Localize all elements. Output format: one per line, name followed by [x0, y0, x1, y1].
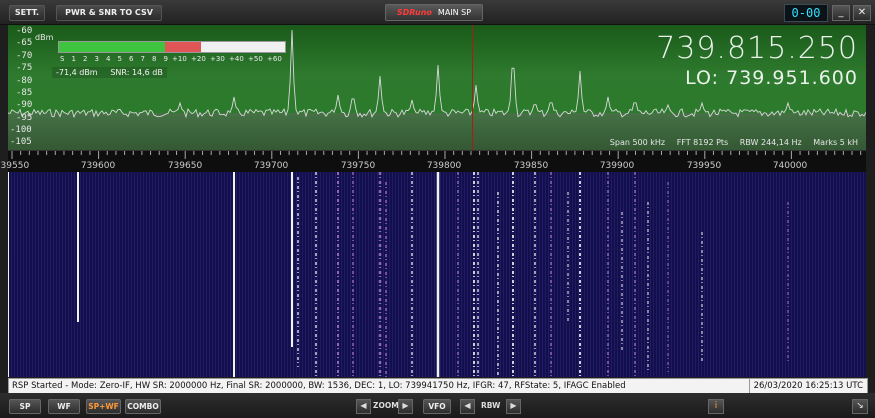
- zoom-label: ZOOM: [373, 401, 399, 410]
- y-axis-labels: -60 -65 -70 -75 -80 -85 -90 -95 -100 -10…: [8, 25, 42, 150]
- y-tick-label: -90: [16, 100, 33, 110]
- rbw-decrease-button[interactable]: ◀: [460, 399, 475, 414]
- axis-label: 739650: [167, 161, 203, 171]
- sp-mode-button[interactable]: SP: [9, 399, 41, 414]
- axis-label: 739800: [426, 161, 462, 171]
- y-tick-label: -70: [16, 51, 33, 61]
- s-meter-scale-label: 4: [106, 55, 111, 63]
- axis-label: 740000: [772, 161, 808, 171]
- center-frequency-marker[interactable]: [472, 25, 473, 150]
- window-title: SDRuno MAIN SP: [385, 4, 483, 21]
- minimize-button[interactable]: _: [832, 5, 850, 21]
- s-meter-scale-label: 7: [140, 55, 145, 63]
- frequency-axis[interactable]: 739550 739600 739650 739700 739750 73980…: [0, 150, 866, 173]
- y-tick-label: -60: [16, 26, 33, 36]
- s-meter-level-fill: [59, 42, 166, 52]
- span-info: Span 500 kHz FFT 8192 Pts RBW 244,14 Hz …: [601, 138, 858, 147]
- axis-label: 739750: [340, 161, 376, 171]
- s-meter-over-fill: [165, 42, 202, 52]
- s-meter-scale-label: +30: [210, 55, 225, 63]
- status-message: RSP Started - Mode: Zero-IF, HW SR: 2000…: [12, 381, 626, 391]
- s-meter-scale-label: 1: [71, 55, 76, 63]
- s-meter-scale-label: +10: [172, 55, 187, 63]
- settings-button[interactable]: SETT.: [9, 5, 45, 21]
- pwr-snr-csv-button[interactable]: PWR & SNR TO CSV: [56, 5, 162, 21]
- waterfall-display[interactable]: [8, 172, 866, 377]
- signal-readout: -71,4 dBm SNR: 14,6 dB: [52, 67, 167, 78]
- rbw-value: RBW 244,14 Hz: [739, 138, 802, 147]
- zoom-out-button[interactable]: ◀: [356, 399, 371, 414]
- axis-label: 739950: [686, 161, 722, 171]
- y-tick-label: -100: [10, 125, 32, 135]
- y-tick-label: -80: [16, 76, 33, 86]
- spectrum-display[interactable]: -60 -65 -70 -75 -80 -85 -90 -95 -100 -10…: [8, 25, 866, 150]
- wf-mode-button[interactable]: WF: [48, 399, 80, 414]
- window-title-text: MAIN SP: [437, 8, 472, 17]
- sp-wf-mode-button[interactable]: SP+WF: [86, 399, 121, 414]
- snr-value: SNR: 14,6 dB: [110, 68, 163, 77]
- axis-label: 739900: [599, 161, 635, 171]
- s-meter-scale-label: 3: [94, 55, 99, 63]
- y-tick-label: -65: [16, 38, 33, 48]
- clock-display: 0-00: [784, 4, 828, 22]
- resize-grip-icon[interactable]: ↘: [852, 399, 868, 414]
- close-button[interactable]: ✕: [853, 5, 871, 21]
- s-meter-scale-label: +60: [267, 55, 282, 63]
- y-tick-label: -85: [16, 88, 33, 98]
- s-meter-scale-label: 6: [129, 55, 134, 63]
- brand-logo: SDRuno: [396, 8, 432, 17]
- axis-label: 739850: [513, 161, 549, 171]
- info-button[interactable]: i: [708, 399, 724, 414]
- zoom-in-button[interactable]: ▶: [398, 399, 413, 414]
- waterfall-signals: [8, 172, 789, 377]
- title-bar: SETT. PWR & SNR TO CSV SDRuno MAIN SP 0-0…: [0, 0, 875, 25]
- fft-value: FFT 8192 Pts: [676, 138, 729, 147]
- lo-frequency-display[interactable]: LO: 739.951.600: [685, 67, 858, 89]
- status-datetime: 26/03/2020 16:25:13 UTC: [748, 379, 863, 393]
- y-tick-label: -75: [16, 63, 33, 73]
- combo-mode-button[interactable]: COMBO: [125, 399, 161, 414]
- s-meter-scale-label: 9: [163, 55, 168, 63]
- s-meter-scale-label: S: [60, 55, 65, 63]
- level-value: -71,4 dBm: [56, 68, 98, 77]
- axis-label: 739700: [253, 161, 289, 171]
- axis-label: 739550: [0, 161, 30, 171]
- axis-label: 739600: [80, 161, 116, 171]
- s-meter-bar: [58, 41, 286, 53]
- bottom-toolbar: SP WF SP+WF COMBO ◀ ZOOM ▶ VFO ◀ RBW ▶ i…: [0, 393, 875, 418]
- s-meter-scale-label: +20: [191, 55, 206, 63]
- marks-value: Marks 5 kH: [813, 138, 858, 147]
- rbw-label: RBW: [481, 401, 501, 410]
- status-bar: RSP Started - Mode: Zero-IF, HW SR: 2000…: [8, 378, 868, 394]
- vfo-button[interactable]: VFO: [423, 399, 451, 414]
- span-value: Span 500 kHz: [609, 138, 666, 147]
- rbw-increase-button[interactable]: ▶: [506, 399, 521, 414]
- y-tick-label: -95: [16, 113, 33, 123]
- y-unit-label: dBm: [35, 33, 54, 42]
- y-tick-label: -105: [10, 137, 32, 147]
- s-meter-scale-label: +40: [229, 55, 244, 63]
- s-meter-scale-label: 5: [117, 55, 122, 63]
- vfo-frequency-display[interactable]: 739.815.250: [656, 31, 858, 66]
- s-meter-scale-label: 8: [152, 55, 157, 63]
- s-meter-scale-label: +50: [248, 55, 263, 63]
- s-meter-scale-label: 2: [83, 55, 88, 63]
